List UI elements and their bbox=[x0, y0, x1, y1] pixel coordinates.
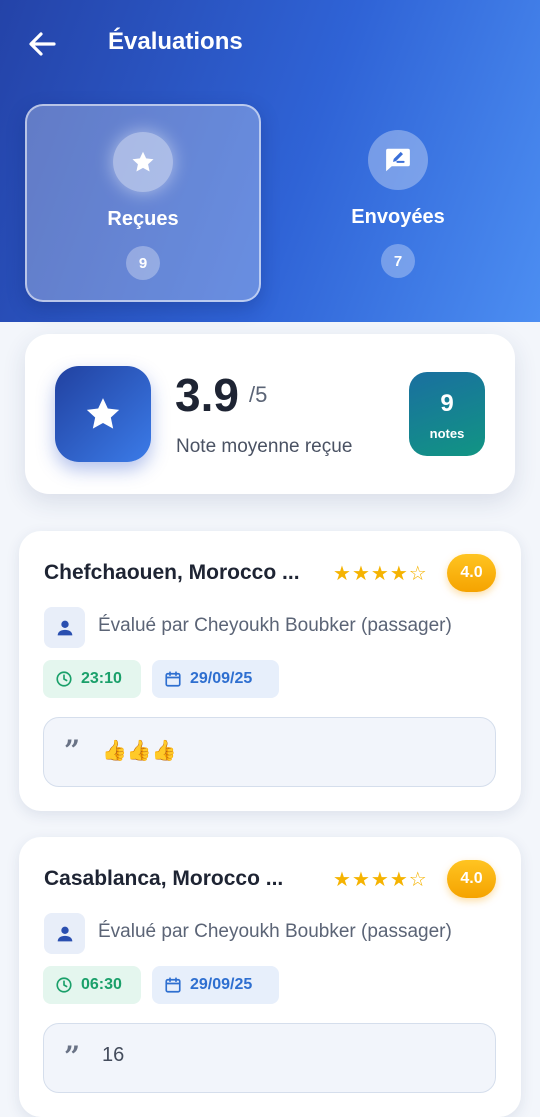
tab-label: Envoyées bbox=[351, 206, 445, 228]
review-card[interactable]: Chefchaouen, Morocco ... ★ ★ ★ ★ ☆ 4.0 É… bbox=[19, 531, 521, 811]
clock-icon bbox=[56, 977, 72, 993]
star-empty-icon: ☆ bbox=[408, 563, 427, 585]
star-filled-icon: ★ bbox=[333, 869, 351, 891]
comment-box: ” 16 bbox=[43, 1023, 496, 1093]
header: Évaluations Reçues 9 Envoyées 7 bbox=[0, 0, 540, 322]
star-filled-icon: ★ bbox=[370, 563, 389, 585]
average-rating-label: Note moyenne reçue bbox=[176, 436, 353, 457]
top-bar: Évaluations bbox=[0, 0, 540, 88]
star-filled-icon: ★ bbox=[389, 869, 408, 891]
star-filled-icon: ★ bbox=[351, 869, 370, 891]
average-rating-value: 3.9 bbox=[175, 369, 239, 421]
review-trip-title: Chefchaouen, Morocco ... bbox=[44, 561, 300, 584]
star-filled-icon: ★ bbox=[351, 563, 370, 585]
evaluator-text: Évalué par Cheyoukh Boubker (passager) bbox=[98, 921, 452, 942]
tab-count-badge: 9 bbox=[126, 246, 160, 280]
time-chip: 06:30 bbox=[43, 966, 141, 1004]
clock-icon bbox=[56, 671, 72, 687]
tab-label: Reçues bbox=[107, 208, 179, 230]
rate-review-icon bbox=[368, 130, 428, 190]
star-filled-icon: ★ bbox=[370, 869, 389, 891]
date-chip: 29/09/25 bbox=[152, 660, 279, 698]
tab-received[interactable]: Reçues 9 bbox=[25, 104, 261, 302]
review-card[interactable]: Casablanca, Morocco ... ★ ★ ★ ★ ☆ 4.0 Év… bbox=[19, 837, 521, 1117]
average-rating-max: /5 bbox=[249, 382, 268, 407]
rating-badge: 4.0 bbox=[447, 860, 496, 898]
person-icon bbox=[44, 607, 85, 648]
date-chip: 29/09/25 bbox=[152, 966, 279, 1004]
back-button[interactable] bbox=[24, 26, 60, 62]
notes-count: 9 bbox=[440, 390, 454, 417]
star-filled-icon: ★ bbox=[389, 563, 408, 585]
review-trip-title: Casablanca, Morocco ... bbox=[44, 867, 284, 890]
star-filled-icon: ★ bbox=[333, 563, 351, 585]
tab-sent[interactable]: Envoyées 7 bbox=[280, 104, 516, 302]
time-chip: 23:10 bbox=[43, 660, 141, 698]
notes-label: notes bbox=[429, 426, 465, 441]
calendar-icon bbox=[165, 671, 181, 687]
quote-icon: ” bbox=[64, 1040, 81, 1073]
comment-text: 👍👍👍 bbox=[102, 740, 177, 762]
tab-count-badge: 7 bbox=[381, 244, 415, 278]
arrow-left-icon bbox=[29, 32, 56, 56]
star-rating: ★ ★ ★ ★ ☆ bbox=[333, 564, 427, 584]
rating-badge: 4.0 bbox=[447, 554, 496, 592]
comment-text: 16 bbox=[102, 1044, 125, 1066]
star-icon bbox=[55, 366, 151, 462]
star-empty-icon: ☆ bbox=[408, 869, 427, 891]
person-icon bbox=[44, 913, 85, 954]
calendar-icon bbox=[165, 977, 181, 993]
evaluator-text: Évalué par Cheyoukh Boubker (passager) bbox=[98, 615, 452, 636]
time-value: 06:30 bbox=[81, 976, 122, 993]
star-rating: ★ ★ ★ ★ ☆ bbox=[333, 870, 427, 890]
average-rating-card: 3.9 /5 Note moyenne reçue 9 notes bbox=[25, 334, 515, 494]
date-value: 29/09/25 bbox=[190, 976, 253, 993]
page-title: Évaluations bbox=[108, 28, 243, 55]
date-value: 29/09/25 bbox=[190, 670, 253, 687]
comment-box: ” 👍👍👍 bbox=[43, 717, 496, 787]
time-value: 23:10 bbox=[81, 670, 122, 687]
star-icon bbox=[113, 132, 173, 192]
notes-count-badge: 9 notes bbox=[409, 372, 485, 456]
quote-icon: ” bbox=[64, 734, 81, 767]
